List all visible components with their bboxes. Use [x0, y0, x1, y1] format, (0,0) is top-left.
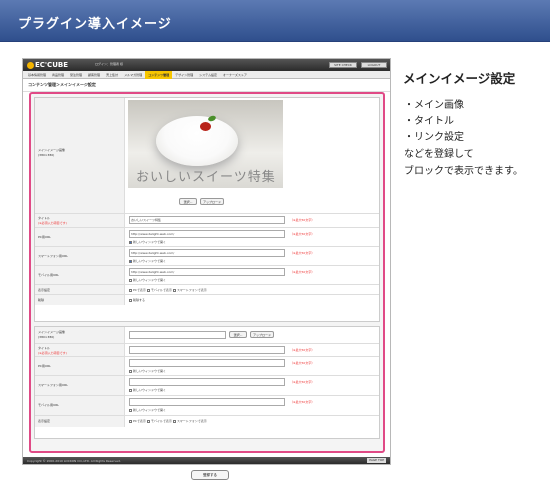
pc-url-row: PC用URL http://www.delight-web.com/ （※最大5… — [35, 228, 379, 247]
title-label: タイトル — [38, 216, 51, 220]
title-row-2: タイトル (※必須入力項目です) （※最大50文字） — [35, 344, 379, 357]
side-item: ・リンク設定 — [404, 132, 464, 143]
site-check-button[interactable]: SITE CHECK — [329, 62, 357, 68]
pc-url-row-2: PC用URL （※最大50文字） 新しいウィンドウで開く — [35, 357, 379, 376]
admin-footer: Copyright © 2000-2010 LOCKON CO.,LTD. Al… — [23, 457, 390, 464]
sp-url-row: スマートフォン用URL http://www.delight-web.com/ … — [35, 247, 379, 266]
title-limit-note: （※最大50文字） — [290, 218, 315, 222]
upload-button[interactable]: アップロード — [200, 198, 224, 205]
sp-new-window-checkbox-2[interactable]: 新しいウィンドウで開く — [129, 388, 166, 392]
sp-url-label: スマートフォン用URL — [38, 254, 68, 258]
pc-url-label-2: PC用URL — [38, 364, 51, 368]
image-label-2: メインイメージ画像 — [38, 330, 65, 334]
display-label-2: 表示設定 — [38, 419, 51, 423]
display-row: 表示設定 PCで表示 モバイルで表示 スマートフォンで表示 — [35, 285, 379, 295]
title-input[interactable]: おいしいスイーツ特集 — [129, 216, 285, 224]
title-note-2: (※必須入力項目です) — [38, 351, 67, 355]
title-row: タイトル (※必須入力項目です) おいしいスイーツ特集 （※最大50文字） — [35, 214, 379, 228]
sp-url-limit-note: （※最大50文字） — [290, 251, 315, 255]
mb-url-input-2[interactable] — [129, 398, 285, 406]
image-row-2: メインイメージ画像 (380×380) 選択... アップロード — [35, 327, 379, 344]
admin-topbar: EC'CUBE ログイン：管理者 様 SITE CHECK LOGOUT — [23, 59, 390, 71]
nav-item[interactable]: オーナーズストア — [220, 71, 250, 79]
sp-url-row-2: スマートフォン用URL （※最大50文字） 新しいウィンドウで開く — [35, 376, 379, 396]
sp-url-input[interactable]: http://www.delight-web.com/ — [129, 249, 285, 257]
dessert-bowl — [156, 116, 238, 166]
delete-row: 削除 削除する — [35, 295, 379, 305]
login-user: ログイン：管理者 様 — [95, 62, 123, 66]
register-button[interactable]: 登録する — [191, 470, 229, 480]
side-item: ブロックで表示できます。 — [404, 166, 523, 177]
sp-url-input-2[interactable] — [129, 378, 285, 386]
sp-url-label-2: スマートフォン用URL — [38, 383, 68, 387]
nav-item-active[interactable]: コンテンツ管理 — [145, 70, 173, 79]
logout-button[interactable]: LOGOUT — [361, 62, 387, 68]
sp-new-window-checkbox[interactable]: 新しいウィンドウで開く — [129, 259, 166, 263]
pc-url-limit-note: （※最大50文字） — [290, 232, 315, 236]
page-header: プラグイン導入イメージ — [0, 0, 550, 42]
admin-screenshot: EC'CUBE ログイン：管理者 様 SITE CHECK LOGOUT 基本情… — [22, 58, 391, 480]
nav-item[interactable]: 基本情報管理 — [25, 71, 49, 79]
file-select-button-2[interactable]: 選択... — [229, 331, 247, 338]
main-image-table-2: メインイメージ画像 (380×380) 選択... アップロード タイトル (※必須… — [34, 326, 380, 439]
pc-url-input-2[interactable] — [129, 359, 285, 367]
mb-url-label: モバイル用URL — [38, 273, 59, 277]
side-item: などを登録して — [404, 149, 474, 160]
delete-checkbox[interactable]: 削除する — [129, 298, 145, 302]
nav-item[interactable]: システム設定 — [196, 71, 220, 79]
nav-item[interactable]: 商品管理 — [49, 71, 67, 79]
image-size: (380×380) — [38, 153, 55, 157]
display-row-2: 表示設定 PCで表示 モバイルで表示 スマートフォンで表示 — [35, 416, 379, 427]
mb-url-row-2: モバイル用URL （※最大50文字） 新しいウィンドウで開く — [35, 396, 379, 416]
title-limit-note-2: （※最大50文字） — [290, 348, 315, 352]
side-item: ・メイン画像 — [404, 100, 464, 111]
display-label: 表示設定 — [38, 288, 51, 292]
title-label-2: タイトル — [38, 346, 51, 350]
file-select-button[interactable]: 選択... — [179, 198, 197, 205]
title-note: (※必須入力項目です) — [38, 221, 67, 225]
upload-button-2[interactable]: アップロード — [250, 331, 274, 338]
delete-label: 削除 — [38, 298, 45, 302]
side-title: メインイメージ設定 — [403, 71, 516, 86]
pc-url-input[interactable]: http://www.delight-web.com/ — [129, 230, 285, 238]
nav-item[interactable]: 顧客管理 — [85, 71, 103, 79]
admin-nav: 基本情報管理 商品管理 受注管理 顧客管理 売上集計 メルマガ管理 コンテンツ管… — [23, 70, 390, 79]
pc-new-window-checkbox[interactable]: 新しいウィンドウで開く — [129, 240, 166, 244]
image-size-2: (380×380) — [38, 335, 55, 339]
main-image-photo: おいしいスイーツ特集 — [128, 100, 283, 188]
sp-url-limit-note-2: （※最大50文字） — [290, 380, 315, 384]
pc-url-limit-note-2: （※最大50文字） — [290, 361, 315, 365]
display-options[interactable]: PCで表示 モバイルで表示 スマートフォンで表示 — [129, 288, 207, 292]
display-options-2[interactable]: PCで表示 モバイルで表示 スマートフォンで表示 — [129, 419, 207, 423]
mb-new-window-checkbox-2[interactable]: 新しいウィンドウで開く — [129, 408, 166, 412]
nav-item[interactable]: メルマガ管理 — [121, 71, 145, 79]
main-image-table-1: メインイメージ画像 (380×380) おいしいスイーツ特集 選択... アップロ… — [34, 97, 380, 322]
file-path-input[interactable] — [129, 331, 226, 339]
mb-url-limit-note: （※最大50文字） — [290, 270, 315, 274]
berry-garnish — [200, 122, 211, 131]
ec-cube-logo: EC'CUBE — [27, 61, 68, 69]
mb-url-row: モバイル用URL http://www.delight-web.com/ （※最… — [35, 266, 379, 285]
copyright: Copyright © 2000-2010 LOCKON CO.,LTD. Al… — [27, 459, 121, 463]
image-label: メインイメージ画像 — [38, 148, 65, 152]
nav-item[interactable]: 受注管理 — [67, 71, 85, 79]
page-top-button[interactable]: PAGE TOP — [367, 458, 386, 463]
nav-item[interactable]: デザイン管理 — [172, 71, 196, 79]
mb-url-label-2: モバイル用URL — [38, 403, 59, 407]
mb-new-window-checkbox[interactable]: 新しいウィンドウで開く — [129, 278, 166, 282]
breadcrumb: コンテンツ管理＞メインイメージ設定 — [23, 79, 390, 92]
image-row: メインイメージ画像 (380×380) おいしいスイーツ特集 選択... アップロ… — [35, 98, 379, 214]
nav-item[interactable]: 売上集計 — [103, 71, 121, 79]
pc-new-window-checkbox-2[interactable]: 新しいウィンドウで開く — [129, 369, 166, 373]
highlight-frame: メインイメージ画像 (380×380) おいしいスイーツ特集 選択... アップロ… — [29, 92, 385, 480]
mb-url-input[interactable]: http://www.delight-web.com/ — [129, 268, 285, 276]
photo-caption: おいしいスイーツ特集 — [136, 170, 276, 185]
page-title: プラグイン導入イメージ — [18, 17, 172, 32]
pc-url-label: PC用URL — [38, 235, 51, 239]
mb-url-limit-note-2: （※最大50文字） — [290, 400, 315, 404]
side-item: ・タイトル — [404, 116, 454, 127]
title-input-2[interactable] — [129, 346, 285, 354]
